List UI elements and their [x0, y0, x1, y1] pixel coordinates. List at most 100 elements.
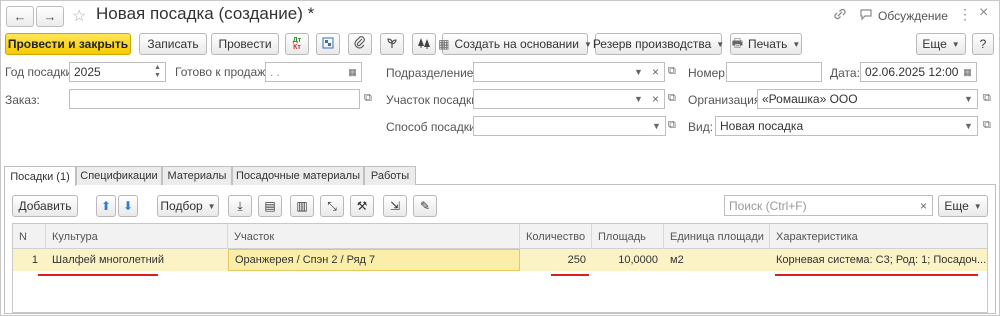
printer-icon: 🖶: [731, 35, 744, 50]
calendar-button[interactable]: ▦: [344, 62, 362, 82]
year-stepper[interactable]: ▲ ▼: [150, 62, 166, 82]
order-field[interactable]: [69, 89, 360, 109]
tool-icon: ⚒: [356, 199, 368, 213]
clear-icon: ×: [651, 92, 659, 106]
post-button[interactable]: Провести: [211, 33, 279, 55]
unload-button[interactable]: ⇲: [383, 195, 407, 217]
structure-button[interactable]: [316, 33, 340, 55]
cell-quantity[interactable]: 250: [520, 249, 592, 271]
move-down-button[interactable]: ⬇: [118, 195, 138, 217]
download-icon: ⤓: [237, 198, 243, 213]
method-field[interactable]: [473, 116, 649, 136]
back-button[interactable]: ←: [6, 6, 34, 27]
division-label: Подразделение:: [386, 66, 477, 80]
barcode-button[interactable]: ▥: [290, 195, 314, 217]
discussion-icon[interactable]: [859, 7, 873, 24]
chevron-down-icon: ▼: [973, 201, 982, 211]
forward-button[interactable]: →: [36, 6, 64, 27]
create-based-on-button[interactable]: ▦ Создать на основании ▼: [438, 33, 592, 55]
table-header: N Культура Участок Количество Площадь Ед…: [13, 224, 987, 249]
table-more-button[interactable]: Еще ▼: [938, 195, 988, 217]
cell-area-unit[interactable]: м2: [664, 249, 770, 271]
division-clear[interactable]: ×: [647, 62, 665, 82]
tab-planting-materials[interactable]: Посадочные материалы: [232, 166, 364, 185]
col-area-unit[interactable]: Единица площади: [664, 224, 770, 249]
cell-plot[interactable]: Оранжерея / Спэн 2 / Ряд 7: [228, 249, 520, 271]
tab-specifications[interactable]: Спецификации: [76, 166, 162, 185]
open-icon[interactable]: ⧉: [668, 65, 676, 78]
edit-icon: ✎: [419, 199, 431, 213]
save-button[interactable]: Записать: [139, 33, 207, 55]
help-button[interactable]: ?: [972, 33, 994, 55]
year-field[interactable]: 2025: [69, 62, 151, 82]
edit-button[interactable]: ✎: [413, 195, 437, 217]
date-label: Дата:: [830, 66, 860, 80]
date-field[interactable]: 02.06.2025 12:00:00: [860, 62, 960, 82]
table-row[interactable]: 1 Шалфей многолетний Оранжерея / Спэн 2 …: [13, 249, 987, 271]
favorite-star-icon[interactable]: ☆: [72, 6, 86, 26]
cell-characteristic[interactable]: Корневая система: С3; Род: 1; Посадоч...: [770, 249, 987, 271]
open-icon[interactable]: ⧉: [983, 119, 991, 132]
search-input[interactable]: Поиск (Ctrl+F): [724, 195, 916, 216]
date-calendar-button[interactable]: ▦: [959, 62, 977, 82]
arrow-up-icon: ⬆: [100, 199, 112, 213]
plot-clear[interactable]: ×: [647, 89, 665, 109]
plot-field[interactable]: [473, 89, 631, 109]
tab-plantings[interactable]: Посадки (1): [4, 166, 76, 186]
pick-button[interactable]: Подбор ▼: [157, 195, 219, 217]
division-field[interactable]: [473, 62, 631, 82]
organization-field[interactable]: «Ромашка» ООО: [757, 89, 961, 109]
plot-dropdown[interactable]: ▼: [630, 89, 648, 109]
chevron-down-icon: ▼: [951, 39, 960, 49]
barcode-icon: ▥: [296, 199, 308, 213]
clear-icon: ×: [651, 65, 659, 79]
tab-materials[interactable]: Материалы: [162, 166, 232, 185]
col-quantity[interactable]: Количество: [520, 224, 592, 249]
col-n[interactable]: N: [13, 224, 46, 249]
cell-culture[interactable]: Шалфей многолетний: [46, 249, 228, 271]
open-icon[interactable]: ⧉: [364, 92, 372, 105]
col-plot[interactable]: Участок: [228, 224, 520, 249]
more-button[interactable]: Еще ▼: [916, 33, 966, 55]
chevron-down-icon: ▼: [964, 121, 973, 131]
trees-button[interactable]: [412, 33, 436, 55]
move-up-button[interactable]: ⬆: [96, 195, 116, 217]
attach-button[interactable]: [348, 33, 372, 55]
add-row-button[interactable]: Добавить: [12, 195, 78, 217]
post-and-close-button[interactable]: Провести и закрыть: [5, 33, 131, 55]
table-button[interactable]: ▤: [258, 195, 282, 217]
plot-label: Участок посадки:: [386, 93, 482, 107]
col-culture[interactable]: Культура: [46, 224, 228, 249]
plant-action-button[interactable]: [380, 33, 404, 55]
cell-area[interactable]: 10,0000: [592, 249, 664, 271]
close-icon[interactable]: ×: [979, 4, 988, 22]
tab-works[interactable]: Работы: [364, 166, 416, 185]
link-icon[interactable]: [833, 7, 847, 24]
ready-for-sale-field[interactable]: . .: [265, 62, 345, 82]
menu-dots-icon[interactable]: ⋮: [958, 6, 972, 23]
production-reserve-button[interactable]: Резерв производства ▼: [593, 33, 724, 55]
open-icon[interactable]: ⧉: [668, 92, 676, 105]
resize-button[interactable]: ⤡: [320, 195, 344, 217]
discussion-link[interactable]: Обсуждение: [878, 9, 948, 23]
ready-for-sale-label: Готово к продаже:: [175, 65, 276, 79]
download-button[interactable]: ⤓: [228, 195, 252, 217]
open-icon[interactable]: ⧉: [983, 92, 991, 105]
method-dropdown[interactable]: ▼: [648, 116, 666, 136]
chevron-down-icon: ▼: [634, 94, 643, 104]
col-area[interactable]: Площадь: [592, 224, 664, 249]
open-icon[interactable]: ⧉: [668, 119, 676, 132]
organization-dropdown[interactable]: ▼: [960, 89, 978, 109]
col-characteristic[interactable]: Характеристика: [770, 224, 987, 249]
number-field[interactable]: [726, 62, 822, 82]
print-button[interactable]: 🖶 Печать ▼: [730, 33, 802, 55]
tool-button[interactable]: ⚒: [350, 195, 374, 217]
kind-dropdown[interactable]: ▼: [960, 116, 978, 136]
dt-kt-icon-button[interactable]: Дт Кт: [285, 33, 309, 55]
division-dropdown[interactable]: ▼: [630, 62, 648, 82]
chevron-down-icon: ▼: [792, 39, 801, 49]
search-clear[interactable]: ×: [915, 195, 933, 216]
chevron-down-icon: ▼: [652, 121, 661, 131]
calendar-icon: ▦: [348, 66, 357, 77]
kind-field[interactable]: Новая посадка: [715, 116, 961, 136]
